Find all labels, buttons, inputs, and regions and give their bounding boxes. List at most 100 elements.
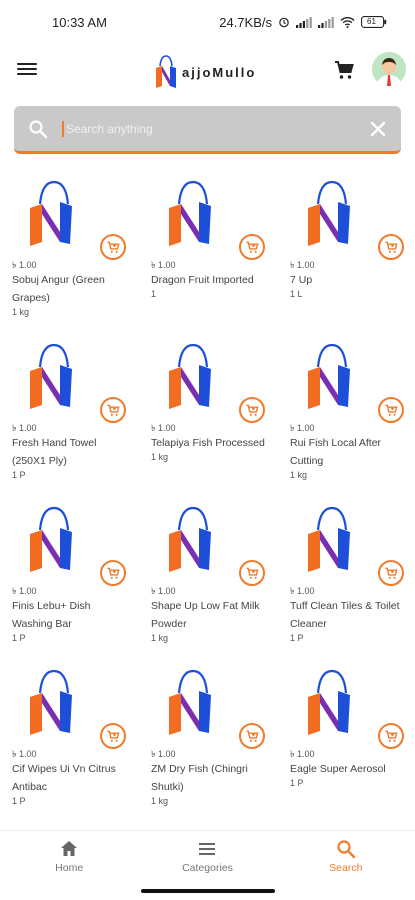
status-time: 10:33 AM (52, 14, 107, 30)
nav-home[interactable]: Home (0, 831, 138, 882)
product-image[interactable] (298, 341, 358, 411)
add-to-cart-button[interactable] (239, 723, 265, 749)
nav-search[interactable]: Search (277, 831, 415, 882)
product-image[interactable] (20, 341, 80, 411)
brand-name: ajjoMullo (182, 64, 257, 80)
signal-icon-2 (318, 16, 334, 28)
product-unit: 1 kg (12, 307, 30, 317)
product-image[interactable] (298, 504, 358, 574)
status-bar: 10:33 AM 24.7KB/s 61 (0, 0, 415, 44)
product-card[interactable]: ৳ 1.00 Fresh Hand Towel (250X1 Ply) 1 P (0, 335, 139, 498)
product-name[interactable]: 7 Up (290, 271, 405, 289)
product-grid: ৳ 1.00 Sobuj Angur (Green Grapes) 1 kg ৳ 1.… (0, 172, 415, 824)
product-name[interactable]: Fresh Hand Towel (250X1 Ply) (12, 434, 127, 470)
close-icon[interactable] (369, 120, 387, 138)
product-unit: 1 P (290, 633, 304, 643)
add-to-cart-button[interactable] (100, 723, 126, 749)
add-to-cart-button[interactable] (239, 397, 265, 423)
search-icon (29, 119, 48, 138)
bottom-navigation: Home Categories Search (0, 830, 415, 882)
add-to-cart-button[interactable] (378, 397, 404, 423)
add-to-cart-button[interactable] (378, 560, 404, 586)
signal-icon (296, 16, 312, 28)
nav-search-label: Search (329, 862, 363, 874)
user-avatar[interactable] (372, 52, 406, 86)
alarm-icon (278, 16, 290, 28)
add-to-cart-button[interactable] (100, 560, 126, 586)
product-name[interactable]: Shape Up Low Fat Milk Powder (151, 597, 266, 633)
add-to-cart-button[interactable] (239, 234, 265, 260)
brand-logo: ajjoMullo (152, 52, 256, 92)
add-cart-icon (384, 240, 399, 255)
add-cart-icon (384, 566, 399, 581)
add-to-cart-button[interactable] (100, 234, 126, 260)
add-cart-icon (245, 403, 260, 418)
home-indicator (141, 889, 275, 893)
product-card[interactable]: ৳ 1.00 Cif Wipes Ui Vn Citrus Antibac 1 P (0, 661, 139, 824)
nav-categories[interactable]: Categories (138, 831, 276, 882)
search-input[interactable] (62, 120, 359, 137)
home-icon (61, 841, 78, 856)
product-image[interactable] (159, 504, 219, 574)
product-card[interactable]: ৳ 1.00 Tuff Clean Tiles & Toilet Cleaner 1… (278, 498, 415, 661)
add-cart-icon (106, 729, 121, 744)
product-card[interactable]: ৳ 1.00 ZM Dry Fish (Chingri Shutki) 1 kg (139, 661, 278, 824)
add-cart-icon (384, 729, 399, 744)
add-to-cart-button[interactable] (378, 723, 404, 749)
product-name[interactable]: Sobuj Angur (Green Grapes) (12, 271, 127, 307)
product-name[interactable]: Rui Fish Local After Cutting (290, 434, 405, 470)
product-card[interactable]: ৳ 1.00 7 Up 1 L (278, 172, 415, 335)
add-cart-icon (245, 729, 260, 744)
network-speed: 24.7KB/s (219, 14, 272, 30)
categories-icon (199, 843, 216, 855)
nav-categories-label: Categories (182, 862, 233, 874)
add-to-cart-button[interactable] (100, 397, 126, 423)
battery-level: 61 (367, 17, 376, 26)
search-icon (337, 840, 356, 859)
battery-icon: 61 (361, 16, 387, 28)
product-card[interactable]: ৳ 1.00 Shape Up Low Fat Milk Powder 1 kg (139, 498, 278, 661)
product-name[interactable]: Tuff Clean Tiles & Toilet Cleaner (290, 597, 405, 633)
product-card[interactable]: ৳ 1.00 Telapiya Fish Processed 1 kg (139, 335, 278, 498)
add-to-cart-button[interactable] (378, 234, 404, 260)
product-card[interactable]: ৳ 1.00 Finis Lebu+ Dish Washing Bar 1 P (0, 498, 139, 661)
add-to-cart-button[interactable] (239, 560, 265, 586)
product-unit: 1 P (290, 778, 304, 788)
product-image[interactable] (298, 178, 358, 248)
add-cart-icon (106, 240, 121, 255)
product-card[interactable]: ৳ 1.00 Eagle Super Aerosol 1 P (278, 661, 415, 824)
najjomullo-bag-logo (156, 55, 176, 88)
product-name[interactable]: Dragon Fruit Imported (151, 271, 266, 289)
product-name[interactable]: ZM Dry Fish (Chingri Shutki) (151, 760, 266, 796)
product-image[interactable] (20, 504, 80, 574)
add-cart-icon (384, 403, 399, 418)
product-name[interactable]: Finis Lebu+ Dish Washing Bar (12, 597, 127, 633)
product-image[interactable] (20, 178, 80, 248)
product-image[interactable] (159, 178, 219, 248)
product-name[interactable]: Telapiya Fish Processed (151, 434, 266, 452)
product-image[interactable] (159, 667, 219, 737)
add-cart-icon (245, 240, 260, 255)
product-name[interactable]: Eagle Super Aerosol (290, 760, 405, 778)
app-header: ajjoMullo (0, 44, 415, 100)
product-card[interactable]: ৳ 1.00 Dragon Fruit Imported 1 (139, 172, 278, 335)
hamburger-menu-icon[interactable] (16, 60, 38, 82)
product-unit: 1 P (12, 470, 26, 480)
product-card[interactable]: ৳ 1.00 Rui Fish Local After Cutting 1 kg (278, 335, 415, 498)
product-image[interactable] (298, 667, 358, 737)
product-image[interactable] (159, 341, 219, 411)
cart-icon[interactable] (332, 58, 356, 82)
product-unit: 1 kg (290, 470, 308, 480)
search-bar (14, 106, 401, 154)
add-cart-icon (106, 403, 121, 418)
product-unit: 1 L (290, 289, 303, 299)
product-image[interactable] (20, 667, 80, 737)
product-unit: 1 kg (151, 452, 169, 462)
product-unit: 1 P (12, 796, 26, 806)
product-unit: 1 kg (151, 633, 169, 643)
product-card[interactable]: ৳ 1.00 Sobuj Angur (Green Grapes) 1 kg (0, 172, 139, 335)
product-name[interactable]: Cif Wipes Ui Vn Citrus Antibac (12, 760, 127, 796)
nav-home-label: Home (55, 862, 84, 874)
add-cart-icon (106, 566, 121, 581)
product-unit: 1 P (12, 633, 26, 643)
